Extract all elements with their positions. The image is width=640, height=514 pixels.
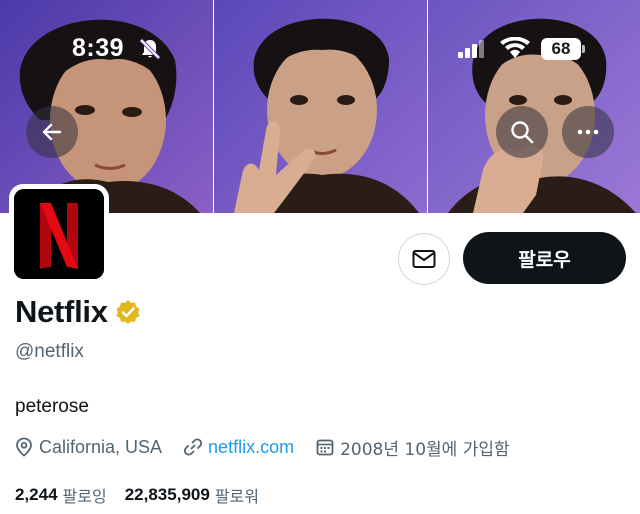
verified-badge-icon[interactable] — [115, 299, 141, 325]
mail-icon — [412, 250, 436, 268]
follow-stats: 2,244 팔로잉 22,835,909 팔로워 — [15, 482, 277, 508]
website-link[interactable]: netflix.com — [208, 437, 294, 458]
link-icon — [184, 438, 203, 456]
search-icon — [511, 121, 534, 144]
following-count[interactable]: 2,244 — [15, 485, 58, 505]
join-date-text: 2008년 10월에 가입함 — [340, 439, 510, 460]
followers-label[interactable]: 팔로워 — [215, 483, 259, 507]
followers-count[interactable]: 22,835,909 — [125, 485, 210, 505]
following-label[interactable]: 팔로잉 — [63, 483, 107, 507]
netflix-logo — [14, 189, 104, 279]
location-pin-icon — [16, 437, 32, 457]
wifi-icon — [500, 37, 530, 58]
profile-bio: peterose — [15, 396, 89, 417]
bell-slash-icon — [139, 38, 161, 60]
profile-meta: California, USA netflix.com 2008년 10월에 가… — [15, 434, 532, 460]
more-options-button[interactable] — [562, 106, 614, 158]
back-button[interactable] — [26, 106, 78, 158]
follow-button[interactable]: 팔로우 — [463, 232, 626, 284]
search-button[interactable] — [496, 106, 548, 158]
profile-handle: @netflix — [15, 341, 84, 362]
more-icon — [577, 129, 599, 135]
message-button[interactable] — [398, 233, 450, 285]
display-name: Netflix — [15, 294, 108, 329]
status-time: 8:39 — [72, 34, 125, 62]
battery-icon: 68 — [541, 38, 585, 60]
back-arrow-icon — [42, 123, 62, 141]
signal-icon — [458, 40, 484, 58]
location-text: California, USA — [39, 436, 163, 457]
display-name-row: Netflix — [15, 292, 141, 332]
status-bar: 8:39 68 — [0, 32, 640, 64]
battery-percent: 68 — [551, 39, 571, 58]
join-date: 2008년 10월에 가입함 — [316, 435, 510, 460]
profile-avatar[interactable] — [9, 184, 109, 284]
calendar-icon — [316, 439, 334, 456]
website[interactable]: netflix.com — [184, 437, 294, 458]
location: California, USA — [15, 437, 162, 458]
